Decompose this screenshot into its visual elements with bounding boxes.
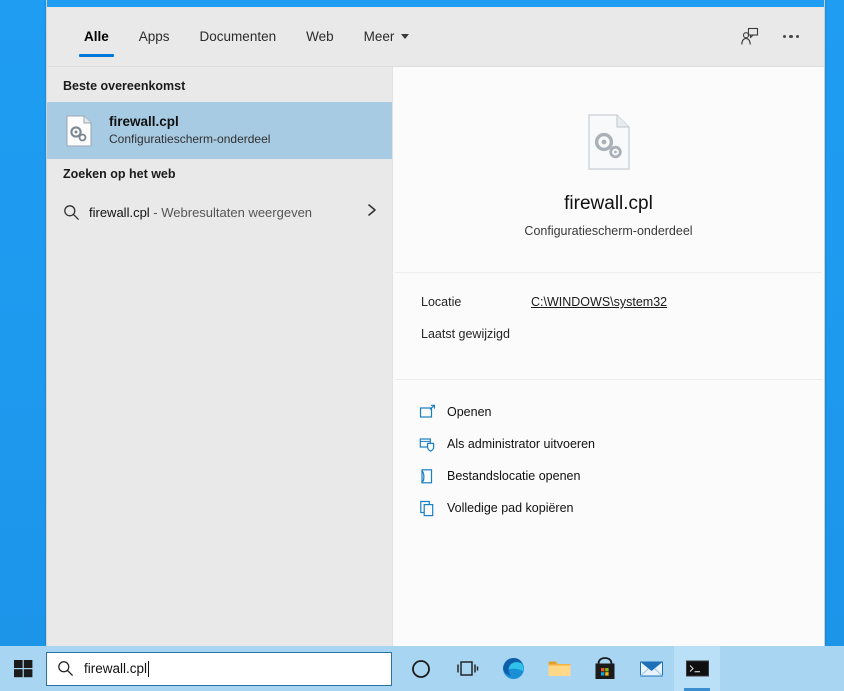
web-result-query: firewall.cpl bbox=[89, 204, 150, 220]
search-input-value: firewall.cpl bbox=[84, 661, 148, 676]
header-actions bbox=[730, 7, 810, 66]
cortana-icon[interactable] bbox=[398, 646, 444, 691]
web-result-label: firewall.cpl - Webresultaten weergeven bbox=[89, 205, 366, 220]
action-volledige-pad-kopieren[interactable]: Volledige pad kopiëren bbox=[419, 492, 824, 524]
open-window-icon bbox=[419, 404, 447, 421]
preview-metadata: Locatie C:\WINDOWS\system32 Laatst gewij… bbox=[395, 273, 822, 380]
task-view-icon[interactable] bbox=[444, 646, 490, 691]
web-result-row[interactable]: firewall.cpl - Webresultaten weergeven bbox=[47, 190, 392, 234]
tab-web[interactable]: Web bbox=[291, 7, 349, 66]
tab-alle-label: Alle bbox=[84, 29, 109, 44]
tab-documenten-label: Documenten bbox=[199, 29, 277, 44]
result-subtitle: Configuratiescherm-onderdeel bbox=[109, 131, 271, 146]
result-text: firewall.cpl Configuratiescherm-onderdee… bbox=[109, 113, 270, 149]
result-row-firewall-cpl[interactable]: firewall.cpl Configuratiescherm-onderdee… bbox=[47, 102, 392, 159]
tab-web-label: Web bbox=[306, 29, 334, 44]
web-search-heading: Zoeken op het web bbox=[63, 167, 176, 181]
search-icon bbox=[63, 204, 89, 221]
shield-window-icon bbox=[419, 436, 447, 453]
search-body: Beste overeenkomst firewall.cpl Configur… bbox=[47, 67, 824, 646]
preview-actions: Openen Als administrator uitvoeren Besta… bbox=[393, 380, 824, 524]
tab-alle[interactable]: Alle bbox=[69, 7, 124, 66]
meta-row-laatst-gewijzigd: Laatst gewijzigd bbox=[421, 327, 822, 359]
result-title: firewall.cpl bbox=[109, 113, 179, 129]
feedback-button[interactable] bbox=[730, 20, 768, 54]
meta-value-locatie[interactable]: C:\WINDOWS\system32 bbox=[531, 295, 667, 309]
text-cursor bbox=[148, 660, 150, 677]
chevron-right-icon bbox=[366, 203, 378, 222]
results-column: Beste overeenkomst firewall.cpl Configur… bbox=[47, 67, 392, 646]
action-openen[interactable]: Openen bbox=[419, 396, 824, 428]
meta-key-laatst-gewijzigd: Laatst gewijzigd bbox=[421, 327, 510, 341]
best-match-heading: Beste overeenkomst bbox=[63, 79, 186, 93]
taskbar-icons bbox=[398, 646, 720, 691]
web-result-suffix: - Webresultaten weergeven bbox=[149, 204, 313, 220]
preview-subtitle: Configuratiescherm-onderdeel bbox=[524, 224, 693, 238]
taskbar: firewall.cpl bbox=[0, 646, 844, 691]
tab-meer[interactable]: Meer bbox=[349, 7, 425, 66]
cpl-file-gears-large-icon bbox=[395, 113, 822, 171]
action-openen-label: Openen bbox=[447, 405, 492, 419]
meta-row-locatie: Locatie C:\WINDOWS\system32 bbox=[421, 295, 822, 327]
tab-apps-label: Apps bbox=[138, 29, 170, 44]
taskbar-search-box[interactable]: firewall.cpl bbox=[46, 651, 392, 686]
tab-apps[interactable]: Apps bbox=[124, 7, 185, 66]
panel-top-strip bbox=[47, 0, 824, 7]
tab-documenten[interactable]: Documenten bbox=[185, 7, 292, 66]
mail-icon[interactable] bbox=[628, 646, 674, 691]
feedback-person-icon bbox=[740, 27, 758, 45]
windows-logo-icon bbox=[13, 660, 32, 678]
meta-key-locatie: Locatie bbox=[421, 295, 462, 309]
search-header: Alle Apps Documenten Web Meer bbox=[47, 7, 824, 67]
action-bestandslocatie-openen[interactable]: Bestandslocatie openen bbox=[419, 460, 824, 492]
cpl-file-gears-icon bbox=[63, 115, 95, 147]
chevron-down-icon bbox=[401, 34, 410, 39]
windows-search-panel: Alle Apps Documenten Web Meer Beste over… bbox=[46, 0, 825, 646]
action-volledige-pad-kopieren-label: Volledige pad kopiëren bbox=[447, 501, 574, 515]
folder-open-icon bbox=[419, 468, 447, 485]
copy-icon bbox=[419, 500, 447, 517]
action-als-administrator-uitvoeren-label: Als administrator uitvoeren bbox=[447, 437, 595, 451]
terminal-icon[interactable] bbox=[674, 646, 720, 691]
search-tabs: Alle Apps Documenten Web Meer bbox=[47, 7, 424, 66]
preview-hero: firewall.cpl Configuratiescherm-onderdee… bbox=[395, 75, 822, 273]
tab-meer-label: Meer bbox=[363, 29, 395, 44]
start-button[interactable] bbox=[0, 646, 46, 691]
ellipsis-icon bbox=[782, 34, 800, 39]
search-icon bbox=[57, 660, 74, 677]
action-bestandslocatie-openen-label: Bestandslocatie openen bbox=[447, 469, 581, 483]
more-options-button[interactable] bbox=[772, 20, 810, 54]
edge-browser-icon[interactable] bbox=[490, 646, 536, 691]
microsoft-store-icon[interactable] bbox=[582, 646, 628, 691]
preview-title: firewall.cpl bbox=[564, 193, 653, 214]
preview-column: firewall.cpl Configuratiescherm-onderdee… bbox=[392, 67, 824, 646]
file-explorer-icon[interactable] bbox=[536, 646, 582, 691]
action-als-administrator-uitvoeren[interactable]: Als administrator uitvoeren bbox=[419, 428, 824, 460]
